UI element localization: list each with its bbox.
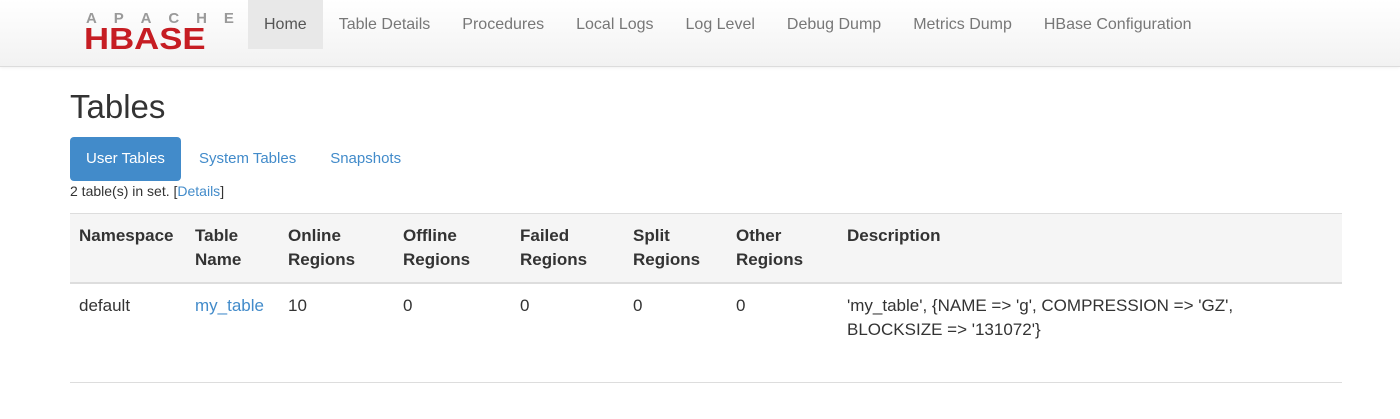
table-count-summary: 2 table(s) in set. [Details]	[70, 183, 225, 199]
cell-split-regions: 0	[624, 283, 727, 383]
cell-description: 'my_table', {NAME => 'g', COMPRESSION =>…	[838, 283, 1342, 383]
column-header-other-regions[interactable]: Other Regions	[727, 213, 838, 284]
nav-hbase-configuration[interactable]: HBase Configuration	[1028, 0, 1208, 49]
nav-debug-dump[interactable]: Debug Dump	[771, 0, 897, 49]
user-tables-table: Namespace Table Name Online Regions Offlin…	[70, 213, 1342, 383]
nav-metrics-dump[interactable]: Metrics Dump	[897, 0, 1028, 49]
nav-table-details[interactable]: Table Details	[323, 0, 447, 49]
cell-online-regions: 10	[279, 283, 394, 383]
tab-user-tables[interactable]: User Tables	[70, 137, 181, 181]
column-header-table-name[interactable]: Table Name	[186, 213, 279, 284]
column-header-failed-regions[interactable]: Failed Regions	[511, 213, 624, 284]
cell-offline-regions: 0	[394, 283, 511, 383]
table-name-link[interactable]: my_table	[195, 296, 264, 315]
main-nav: Home Table Details Procedures Local Logs…	[248, 0, 1208, 49]
cell-other-regions: 0	[727, 283, 838, 383]
apache-hbase-logo[interactable]: A P A C H E HBASE	[84, 11, 234, 56]
column-header-split-regions[interactable]: Split Regions	[624, 213, 727, 284]
tab-system-tables[interactable]: System Tables	[183, 137, 312, 181]
table-header-row: Namespace Table Name Online Regions Offlin…	[70, 213, 1342, 284]
nav-home[interactable]: Home	[248, 0, 323, 49]
nav-log-level[interactable]: Log Level	[670, 0, 771, 49]
top-navbar: A P A C H E HBASE Home Table Details Pro…	[0, 0, 1400, 67]
cell-namespace: default	[70, 283, 186, 383]
column-header-online-regions[interactable]: Online Regions	[279, 213, 394, 284]
cell-table-name: my_table	[186, 283, 279, 383]
table-tabs: User Tables System Tables Snapshots	[70, 137, 419, 181]
tab-snapshots[interactable]: Snapshots	[314, 137, 417, 181]
table-row: default my_table 10 0 0 0 0 'my_table', …	[70, 283, 1342, 383]
nav-procedures[interactable]: Procedures	[446, 0, 560, 49]
cell-failed-regions: 0	[511, 283, 624, 383]
column-header-offline-regions[interactable]: Offline Regions	[394, 213, 511, 284]
column-header-namespace[interactable]: Namespace	[70, 213, 186, 284]
page-title: Tables	[70, 88, 166, 125]
details-link[interactable]: Details	[177, 183, 220, 199]
column-header-description[interactable]: Description	[838, 213, 1342, 284]
logo-hbase-text: HBASE	[84, 21, 206, 56]
nav-local-logs[interactable]: Local Logs	[560, 0, 669, 49]
